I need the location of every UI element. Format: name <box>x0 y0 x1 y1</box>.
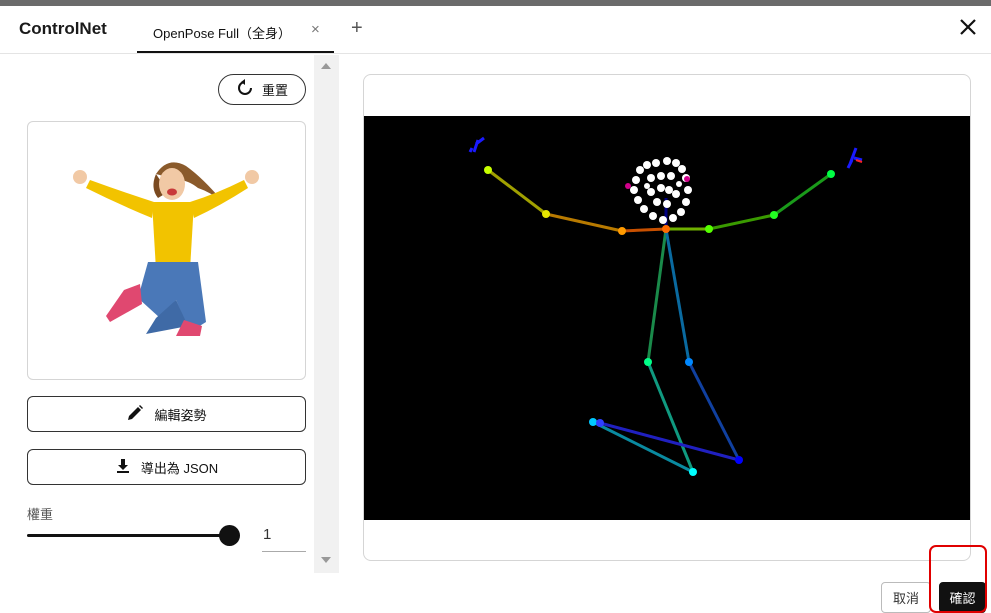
scroll-down-icon[interactable] <box>321 557 331 563</box>
close-icon[interactable] <box>957 16 979 38</box>
weight-value-input[interactable]: 1 <box>262 526 306 552</box>
add-tab-icon[interactable]: + <box>351 17 363 40</box>
weight-label: 權重 <box>27 507 54 522</box>
download-icon <box>115 458 131 477</box>
dialog-header: ControlNet OpenPose Full（全身） × + <box>0 6 991 54</box>
tab-label: OpenPose Full（全身） <box>153 26 291 41</box>
scrollbar[interactable] <box>314 55 339 573</box>
left-panel: 重置 編輯姿勢 導出為 JSON 權重 1 <box>0 55 314 575</box>
export-json-button[interactable]: 導出為 JSON <box>27 449 306 485</box>
pencil-icon <box>126 404 144 425</box>
pose-preview-card <box>363 74 971 561</box>
confirm-button[interactable]: 確認 <box>939 582 986 613</box>
app-title: ControlNet <box>19 19 107 38</box>
reset-button[interactable]: 重置 <box>218 74 306 105</box>
edit-pose-button[interactable]: 編輯姿勢 <box>27 396 306 432</box>
pose-canvas <box>364 116 970 520</box>
reference-image <box>27 121 306 380</box>
export-label: 導出為 JSON <box>140 460 219 476</box>
edit-pose-label: 編輯姿勢 <box>154 407 207 423</box>
weight-slider-thumb[interactable] <box>219 525 240 546</box>
tab-close-icon[interactable]: × <box>311 21 320 38</box>
reset-label: 重置 <box>261 83 288 98</box>
tab-openpose-full[interactable]: OpenPose Full（全身） × <box>137 6 334 53</box>
scroll-up-icon[interactable] <box>321 63 331 69</box>
rotate-ccw-icon <box>236 79 254 100</box>
cancel-button[interactable]: 取消 <box>881 582 931 613</box>
weight-slider-track[interactable] <box>27 534 230 537</box>
